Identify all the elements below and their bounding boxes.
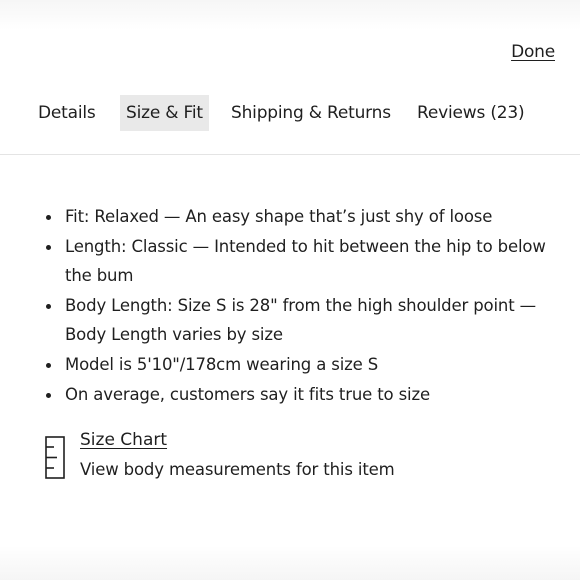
tab-size-fit[interactable]: Size & Fit — [120, 95, 209, 131]
done-button[interactable]: Done — [511, 42, 555, 62]
list-item: Length: Classic — Intended to hit betwee… — [42, 232, 562, 291]
list-item: Fit: Relaxed — An easy shape that’s just… — [42, 202, 562, 232]
ruler-icon — [45, 436, 65, 479]
tab-divider — [0, 154, 580, 155]
bottom-bar — [0, 546, 580, 580]
size-chart-section: Size Chart View body measurements for th… — [45, 430, 545, 490]
tab-details[interactable]: Details — [38, 95, 96, 131]
size-chart-description: View body measurements for this item — [80, 460, 395, 479]
tab-reviews[interactable]: Reviews (23) — [417, 95, 525, 131]
size-chart-link[interactable]: Size Chart — [80, 430, 167, 450]
tab-shipping-returns[interactable]: Shipping & Returns — [231, 95, 391, 131]
top-bar — [0, 0, 580, 30]
list-item: Body Length: Size S is 28" from the high… — [42, 291, 562, 350]
tab-bar: Details Size & Fit Shipping & Returns Re… — [0, 95, 580, 131]
list-item: Model is 5'10"/178cm wearing a size S — [42, 350, 562, 380]
list-item: On average, customers say it fits true t… — [42, 380, 562, 410]
fit-details-list: Fit: Relaxed — An easy shape that’s just… — [42, 202, 562, 409]
size-fit-panel: Done Details Size & Fit Shipping & Retur… — [0, 0, 580, 580]
